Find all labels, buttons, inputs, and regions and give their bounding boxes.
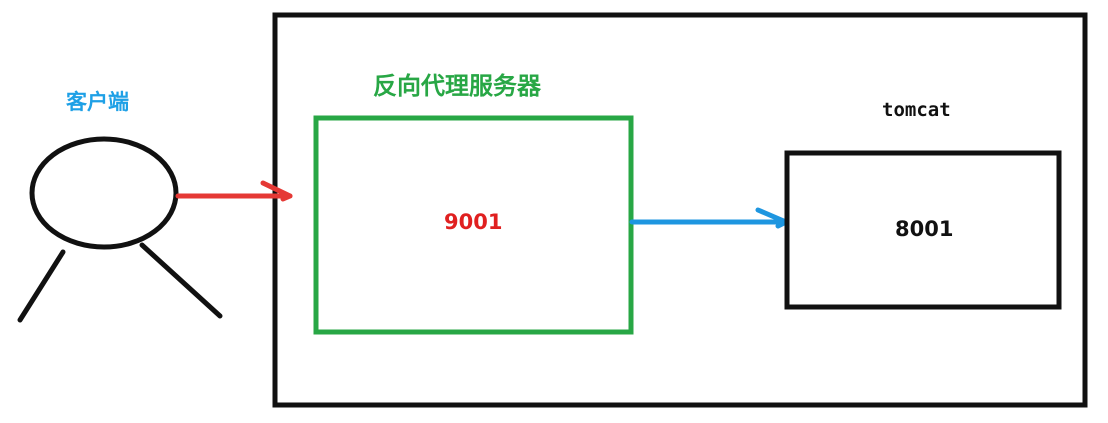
- tomcat-label: tomcat: [882, 99, 951, 121]
- person-stick-figure-icon: [17, 136, 223, 323]
- proxy-port-label: 9001: [444, 210, 503, 234]
- architecture-diagram: [17, 12, 1088, 408]
- client-right-leg: [139, 242, 223, 319]
- client-label: 客户端: [66, 90, 129, 114]
- tomcat-port-label: 8001: [895, 217, 954, 241]
- proxy-server-title: 反向代理服务器: [373, 72, 541, 100]
- proxy-to-tomcat-arrow: [629, 207, 789, 229]
- client-left-leg: [17, 249, 66, 323]
- client-head: [29, 136, 179, 250]
